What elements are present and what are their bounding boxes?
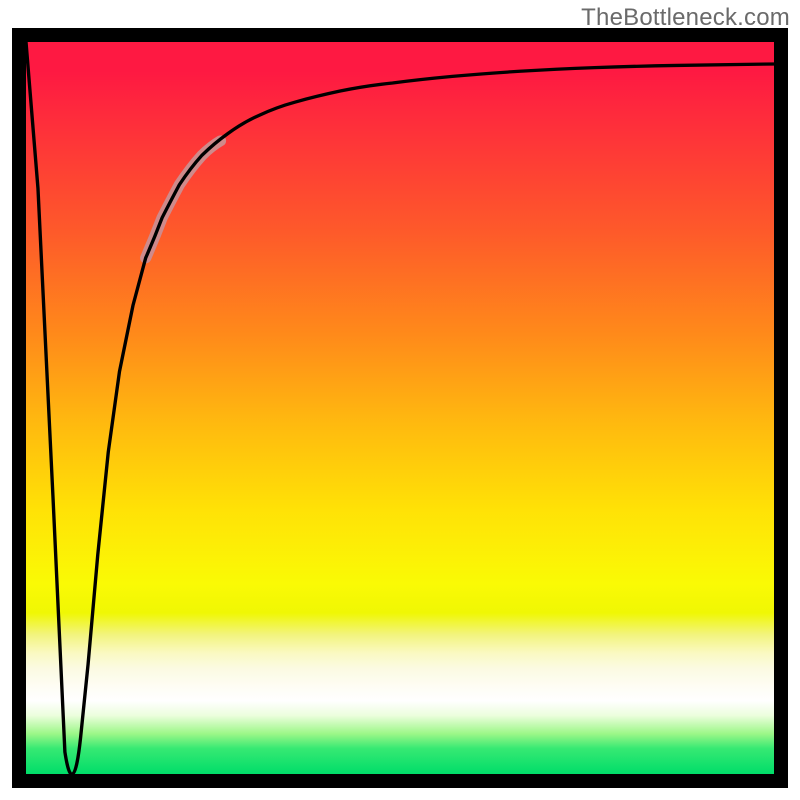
attribution-text: TheBottleneck.com — [581, 4, 790, 32]
highlight-segment — [146, 141, 221, 258]
chart-container: TheBottleneck.com — [0, 0, 800, 800]
chart-frame — [12, 28, 788, 788]
curve-path — [26, 42, 774, 774]
chart-svg — [26, 42, 774, 774]
